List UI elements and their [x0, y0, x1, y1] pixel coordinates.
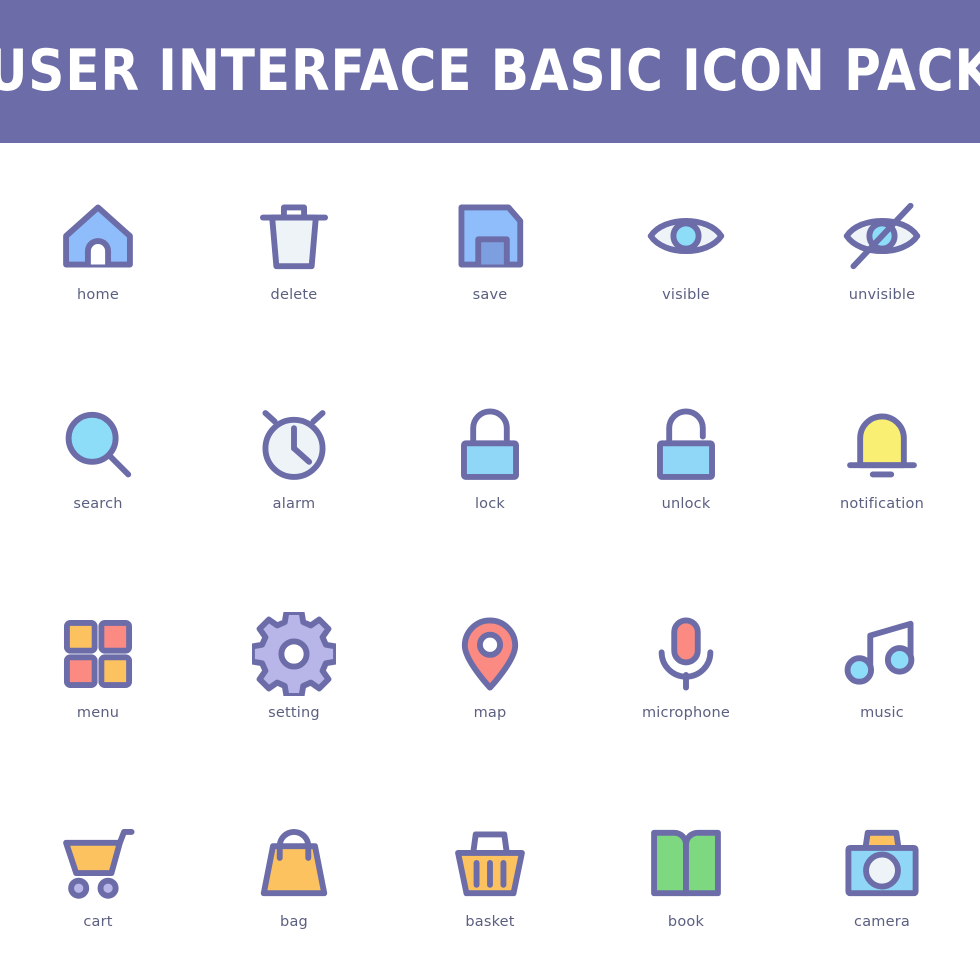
open-book-icon	[644, 821, 728, 905]
eye-visible-icon	[644, 194, 728, 278]
icon-cell-home[interactable]: home	[0, 143, 196, 352]
icon-cell-music[interactable]: music	[784, 562, 980, 771]
icon-label: delete	[270, 287, 318, 304]
bell-notification-icon	[840, 403, 924, 487]
camera-icon	[840, 821, 924, 905]
icon-label: camera	[854, 914, 910, 931]
icon-label: cart	[83, 914, 113, 931]
icon-cell-unvisible[interactable]: unvisible	[784, 143, 980, 352]
grid-menu-icon	[56, 612, 140, 696]
map-pin-icon	[448, 612, 532, 696]
icon-cell-camera[interactable]: camera	[784, 771, 980, 980]
icon-cell-visible[interactable]: visible	[588, 143, 784, 352]
icon-label: setting	[268, 704, 320, 721]
icon-cell-unlock[interactable]: unlock	[588, 352, 784, 561]
shopping-cart-icon	[56, 821, 140, 905]
page-title: USER INTERFACE BASIC ICON PACK	[0, 38, 980, 104]
icon-cell-delete[interactable]: delete	[196, 143, 392, 352]
icon-label: lock	[474, 495, 506, 512]
icon-cell-basket[interactable]: basket	[392, 771, 588, 980]
icon-cell-cart[interactable]: cart	[0, 771, 196, 980]
icon-cell-book[interactable]: book	[588, 771, 784, 980]
music-note-icon	[840, 612, 924, 696]
icon-label: menu	[76, 704, 120, 721]
icon-cell-map[interactable]: map	[392, 562, 588, 771]
header-banner: USER INTERFACE BASIC ICON PACK	[0, 0, 980, 143]
icon-cell-lock[interactable]: lock	[392, 352, 588, 561]
icon-label: home	[77, 287, 119, 304]
icon-cell-search[interactable]: search	[0, 352, 196, 561]
icon-cell-setting[interactable]: setting	[196, 562, 392, 771]
icon-label: bag	[280, 914, 308, 931]
icon-cell-save[interactable]: save	[392, 143, 588, 352]
icon-label: visible	[662, 287, 710, 304]
icon-label: alarm	[272, 495, 316, 512]
floppy-save-icon	[448, 194, 532, 278]
icon-label: notification	[840, 495, 924, 512]
icon-label: unvisible	[848, 287, 916, 304]
icon-label: save	[472, 287, 508, 304]
shopping-basket-icon	[448, 821, 532, 905]
icon-label: music	[860, 704, 904, 721]
magnifier-search-icon	[56, 403, 140, 487]
icon-label: search	[73, 495, 123, 512]
padlock-locked-icon	[448, 403, 532, 487]
icon-cell-notification[interactable]: notification	[784, 352, 980, 561]
icon-label: book	[667, 914, 705, 931]
icon-label: unlock	[661, 495, 711, 512]
icon-cell-microphone[interactable]: microphone	[588, 562, 784, 771]
icon-label: microphone	[641, 704, 731, 721]
home-icon	[56, 194, 140, 278]
icon-cell-bag[interactable]: bag	[196, 771, 392, 980]
gear-setting-icon	[252, 611, 336, 696]
trash-delete-icon	[252, 194, 336, 278]
eye-slash-unvisible-icon	[840, 194, 924, 278]
shopping-bag-icon	[252, 821, 336, 905]
icon-cell-alarm[interactable]: alarm	[196, 352, 392, 561]
icon-label: basket	[465, 914, 515, 931]
alarm-clock-icon	[252, 403, 336, 487]
padlock-unlocked-icon	[644, 403, 728, 487]
microphone-icon	[644, 612, 728, 696]
icon-label: map	[473, 704, 507, 721]
icon-cell-menu[interactable]: menu	[0, 562, 196, 771]
icon-grid: home delete save visible unvisible searc…	[0, 143, 980, 980]
